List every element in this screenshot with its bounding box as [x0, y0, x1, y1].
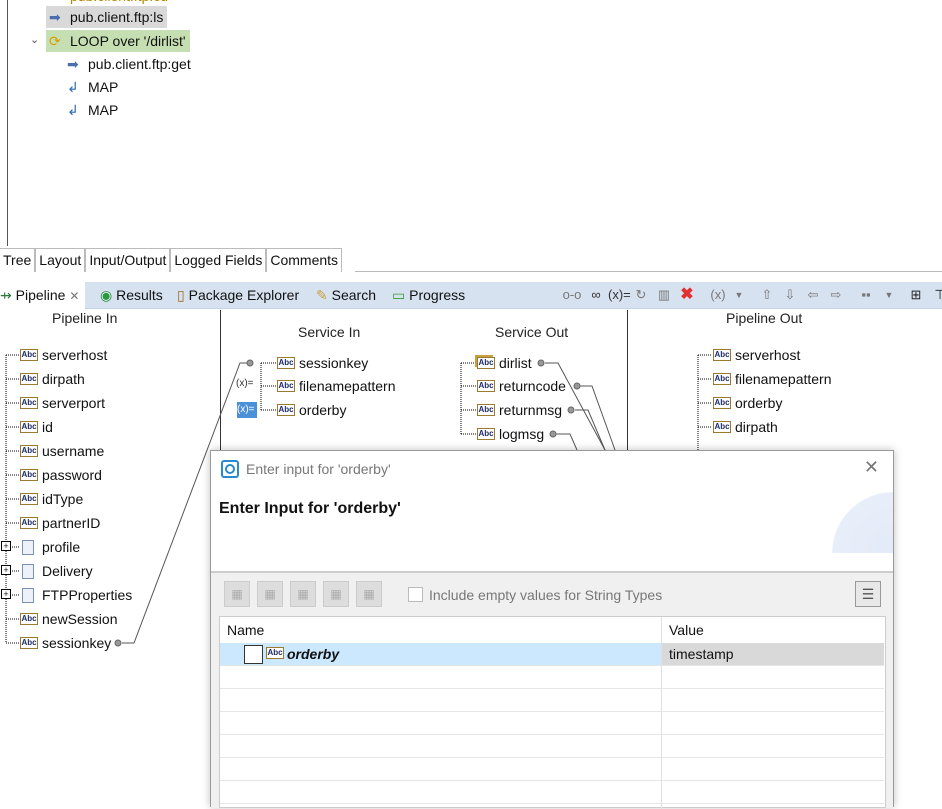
- string-icon: Abc: [20, 373, 38, 385]
- var-label: dirpath: [42, 371, 85, 387]
- pipeline-in-var[interactable]: Abc idType: [20, 487, 83, 511]
- pipeline-in-var[interactable]: Abc newSession: [20, 607, 118, 631]
- insert-row-icon[interactable]: ▦: [257, 581, 283, 607]
- var-label: id: [42, 419, 53, 435]
- connector-dot: [246, 359, 254, 367]
- pipeline-out-var[interactable]: Abc orderby: [713, 391, 782, 415]
- var-label: profile: [42, 539, 81, 555]
- dialog-heading: Enter Input for 'orderby': [219, 500, 401, 517]
- string-icon: Abc: [713, 421, 731, 433]
- connector-dot: [573, 382, 581, 390]
- string-icon: Abc: [20, 493, 38, 505]
- pipeline-in-var[interactable]: Abc username: [20, 439, 104, 463]
- string-icon: Abc: [477, 380, 495, 392]
- dialog-title: Enter input for 'orderby': [246, 461, 391, 477]
- delete-column-icon[interactable]: ▦: [356, 581, 382, 607]
- expand-icon[interactable]: +: [1, 589, 11, 599]
- string-icon: Abc: [277, 404, 295, 416]
- service-in-var[interactable]: Abc sessionkey: [277, 351, 368, 375]
- service-out-var[interactable]: Abc logmsg: [477, 422, 544, 446]
- pipeline-in-var[interactable]: profile: [20, 535, 80, 559]
- service-out-var[interactable]: Abc dirlist: [477, 351, 532, 375]
- var-label: FTPProperties: [42, 587, 133, 603]
- document-icon: [22, 564, 34, 579]
- string-icon: Abc: [20, 469, 38, 481]
- include-empty-label: Include empty values for String Types: [429, 587, 663, 603]
- var-label: password: [42, 467, 102, 483]
- var-label: serverport: [42, 395, 106, 411]
- column-header-name[interactable]: Name: [227, 622, 264, 638]
- pipeline-in-var[interactable]: Abc serverhost: [20, 343, 107, 367]
- pipeline-in-var[interactable]: Abc dirpath: [20, 367, 85, 391]
- string-icon: Abc: [713, 397, 731, 409]
- banner-graphic: [823, 481, 893, 553]
- column-header-value[interactable]: Value: [669, 622, 704, 638]
- var-label: idType: [42, 491, 84, 507]
- add-column-icon[interactable]: ▦: [290, 581, 316, 607]
- string-icon: Abc: [20, 517, 38, 529]
- service-in-var[interactable]: Abc orderby: [277, 398, 346, 422]
- set-value-icon[interactable]: (x)=: [236, 378, 254, 389]
- var-label: newSession: [42, 611, 118, 627]
- row-checkbox[interactable]: [244, 645, 263, 664]
- pipeline-out-var[interactable]: Abc dirpath: [713, 415, 778, 439]
- string-icon: Abc: [713, 349, 731, 361]
- include-empty-checkbox[interactable]: [408, 587, 423, 602]
- string-icon: Abc: [20, 421, 38, 433]
- pipeline-in-var[interactable]: FTPProperties: [20, 583, 132, 607]
- table-row[interactable]: Abc orderby timestamp: [220, 643, 884, 666]
- row-value[interactable]: timestamp: [662, 643, 884, 665]
- string-icon: Abc: [20, 349, 38, 361]
- close-icon[interactable]: ✕: [864, 457, 879, 478]
- document-icon: [22, 588, 34, 603]
- service-out-var[interactable]: Abc returncode: [477, 374, 566, 398]
- expand-icon[interactable]: +: [1, 565, 11, 575]
- string-icon: Abc: [477, 404, 495, 416]
- pipeline-in-var[interactable]: Abc id: [20, 415, 53, 439]
- string-icon: Abc: [20, 637, 38, 649]
- pipeline-in-var[interactable]: Abc serverport: [20, 391, 105, 415]
- connector-dot: [549, 430, 557, 438]
- var-label: Delivery: [42, 563, 93, 579]
- add-row-icon[interactable]: ▦: [224, 581, 250, 607]
- var-label: serverhost: [42, 347, 108, 363]
- connector-dot: [537, 359, 545, 367]
- app-icon: [221, 460, 239, 478]
- link-line: [556, 433, 578, 451]
- link-line: [575, 409, 606, 451]
- string-icon: Abc: [20, 613, 38, 625]
- delete-row-icon[interactable]: ▦: [323, 581, 349, 607]
- pipeline-in-var[interactable]: Abc partnerID: [20, 511, 100, 535]
- string-icon: Abc: [277, 380, 295, 392]
- string-icon: Abc: [277, 357, 295, 369]
- table-view-icon[interactable]: ☰: [855, 581, 881, 607]
- column-divider: [661, 617, 662, 809]
- service-in-var[interactable]: Abc filenamepattern: [277, 374, 396, 398]
- service-out-var[interactable]: Abc returnmsg: [477, 398, 562, 422]
- pipeline-out-var[interactable]: Abc filenamepattern: [713, 367, 832, 391]
- var-label: username: [42, 443, 105, 459]
- pipeline-in-var[interactable]: Abc sessionkey: [20, 631, 111, 655]
- set-value-icon-selected[interactable]: (x)=: [237, 402, 257, 418]
- string-icon: Abc: [20, 397, 38, 409]
- enter-input-dialog: Enter input for 'orderby' ✕ Enter Input …: [210, 450, 894, 809]
- pipeline-in-var[interactable]: Abc password: [20, 463, 102, 487]
- pipeline-in-var[interactable]: Delivery: [20, 559, 93, 583]
- row-name: orderby: [287, 646, 340, 662]
- var-label: sessionkey: [42, 635, 112, 651]
- document-icon: [22, 540, 34, 555]
- string-icon: Abc: [477, 428, 495, 440]
- input-grid: Name Value Abc orderby timestamp: [219, 616, 886, 809]
- pipeline-out-var[interactable]: Abc serverhost: [713, 343, 800, 367]
- string-list-icon: Abc: [477, 357, 495, 369]
- connector-dot: [567, 406, 575, 414]
- var-label: partnerID: [42, 515, 101, 531]
- expand-icon[interactable]: +: [1, 541, 11, 551]
- string-icon: Abc: [20, 445, 38, 457]
- link-line: [580, 385, 616, 451]
- connector-dot: [114, 639, 122, 647]
- string-icon: Abc: [266, 647, 284, 659]
- string-icon: Abc: [713, 373, 731, 385]
